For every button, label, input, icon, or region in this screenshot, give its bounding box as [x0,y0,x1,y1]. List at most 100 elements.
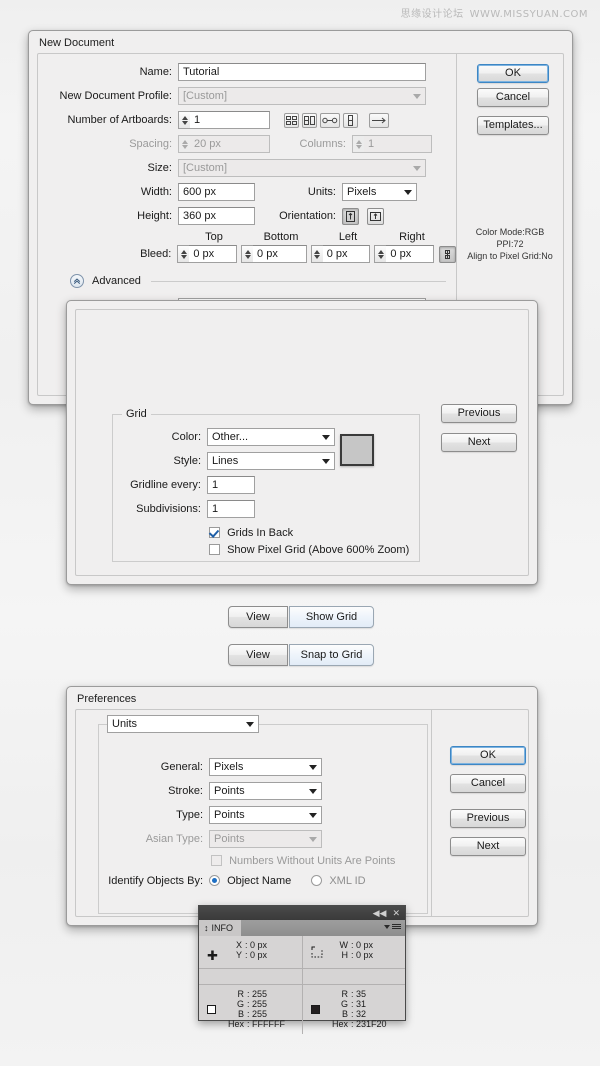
bleed-bottom-stepper[interactable]: 0 px [241,245,307,263]
bleed-right-stepper[interactable]: 0 px [374,245,435,263]
stepper-buttons[interactable] [178,111,190,129]
artboard-grid-columns-icon[interactable] [302,112,317,128]
show-pixel-grid-row[interactable]: Show Pixel Grid (Above 600% Zoom) [209,544,419,556]
general-units-select[interactable]: Pixels [209,758,322,776]
templates-button[interactable]: Templates... [477,116,549,135]
preferences-ok-button[interactable]: OK [450,746,526,765]
height-input[interactable]: 360 px [178,207,255,225]
grid-previous-button[interactable]: Previous [441,404,517,423]
identify-object-name-radio-row[interactable]: Object Name [209,875,291,887]
orientation-landscape-button[interactable] [367,207,384,225]
grid-next-button[interactable]: Next [441,433,517,452]
stroke-units-select[interactable]: Points [209,782,322,800]
asian-type-units-select[interactable]: Points [209,830,322,848]
profile-select[interactable]: [Custom] [178,87,426,105]
summary-align-pixel-grid: Align to Pixel Grid:No [467,251,553,261]
watermark: 思缘设计论坛 WWW.MISSYUAN.COM [401,5,588,20]
bleed-left-stepper[interactable]: 0 px [310,245,371,263]
grid-color-swatch[interactable] [340,434,374,466]
bleed-top-stepper[interactable]: 0 px [177,245,238,263]
grid-style-select[interactable]: Lines [207,452,335,470]
info-panel-grid: ✚ X: 0 px Y: 0 px W: 0 px H: 0 px R: 255… [199,936,405,1034]
preferences-cancel-button[interactable]: Cancel [450,774,526,793]
units-select[interactable]: Pixels [342,183,417,201]
info-stroke-color-cell: R: 35 G: 31 B: 32 Hex: 231F20 [302,984,405,1034]
xml-id-radio[interactable] [311,875,323,886]
bleed-row: Bleed: 0 px 0 px 0 px 0 px [38,244,457,264]
bleed-right-input[interactable]: 0 px [386,245,435,263]
preferences-next-button[interactable]: Next [450,837,526,856]
stepper-buttons[interactable] [374,245,387,263]
bleed-bottom-input[interactable]: 0 px [253,245,307,263]
advanced-label: Advanced [92,275,141,287]
spacing-input[interactable]: 20 px [190,135,270,153]
fill-hex-key: Hex [227,1019,244,1029]
fill-g-key: G [236,999,244,1009]
numbers-without-units-row[interactable]: Numbers Without Units Are Points [211,855,427,867]
artboards-input[interactable]: 1 [190,111,270,129]
grids-in-back-row[interactable]: Grids In Back [209,527,419,539]
advanced-collapse-icon[interactable] [70,274,84,288]
bleed-link-button[interactable] [439,245,457,263]
subdivisions-input[interactable]: 1 [207,500,255,518]
artboard-column-icon[interactable] [343,112,358,128]
spacing-stepper[interactable]: 20 px [178,135,270,153]
cancel-button[interactable]: Cancel [477,88,549,107]
spacing-label: Spacing: [129,138,172,150]
menu-item-snap-to-grid-button[interactable]: Snap to Grid [289,644,374,666]
panel-menu-icon[interactable] [384,923,401,930]
grid-dialog-body: Grid Color: Other... Style: Lines Gridli… [75,309,529,576]
collapse-icon[interactable]: ◀◀ [373,908,387,918]
fill-g-value: : 255 [247,999,268,1009]
stepper-buttons[interactable] [178,135,190,153]
grid-color-label: Color: [171,431,201,443]
menu-view-button[interactable]: View [228,606,288,628]
bleed-left-input[interactable]: 0 px [322,245,371,263]
show-pixel-grid-label: Show Pixel Grid (Above 600% Zoom) [227,544,410,556]
preferences-section-select[interactable]: Units [107,715,259,733]
close-icon[interactable]: ✕ [392,908,400,918]
size-select[interactable]: [Custom] [178,159,426,177]
menu-item-show-grid-button[interactable]: Show Grid [289,606,374,628]
width-input[interactable]: 600 px [178,183,255,201]
preferences-dialog: Preferences Units General: Pixels Stroke… [66,686,538,926]
drag-handle-icon[interactable]: ↕ [204,923,209,933]
size-row: Size: [Custom] [38,158,456,178]
stepper-buttons[interactable] [310,245,323,263]
info-tab[interactable]: ↕ INFO [199,920,241,936]
type-units-select[interactable]: Points [209,806,322,824]
stroke-r-key: R [341,989,349,999]
menu-view-button[interactable]: View [228,644,288,666]
grids-in-back-checkbox[interactable] [209,527,220,538]
stroke-g-value: : 31 [351,999,367,1009]
profile-row: New Document Profile: [Custom] [38,86,456,106]
artboard-grid-rows-icon[interactable] [284,112,299,128]
identify-xml-id-radio-row[interactable]: XML ID [311,875,366,887]
object-name-radio[interactable] [209,875,220,886]
stepper-buttons[interactable] [177,245,190,263]
name-input[interactable]: Tutorial [178,63,426,81]
numbers-without-units-checkbox[interactable] [211,855,222,866]
chevron-down-icon [413,166,421,171]
name-row: Name: Tutorial [38,62,456,82]
show-pixel-grid-checkbox[interactable] [209,544,220,555]
artboard-direction-icon[interactable] [369,112,389,128]
artboards-stepper[interactable]: 1 [178,111,270,129]
chevron-down-icon [404,190,412,195]
stroke-b-key: B [341,1009,348,1019]
stepper-buttons[interactable] [241,245,254,263]
grid-group-title: Grid [122,408,151,420]
artboard-row-icon[interactable] [320,112,340,128]
info-y-value: : 0 px [245,950,268,960]
columns-input[interactable]: 1 [364,135,432,153]
ok-button[interactable]: OK [477,64,549,83]
fill-swatch-icon [207,1005,216,1014]
orientation-portrait-button[interactable] [342,207,359,225]
gridline-every-input[interactable]: 1 [207,476,255,494]
preferences-previous-button[interactable]: Previous [450,809,526,828]
grid-color-select[interactable]: Other... [207,428,335,446]
columns-label: Columns: [299,138,346,150]
columns-stepper[interactable]: 1 [352,135,432,153]
bleed-top-input[interactable]: 0 px [189,245,238,263]
stepper-buttons[interactable] [352,135,364,153]
